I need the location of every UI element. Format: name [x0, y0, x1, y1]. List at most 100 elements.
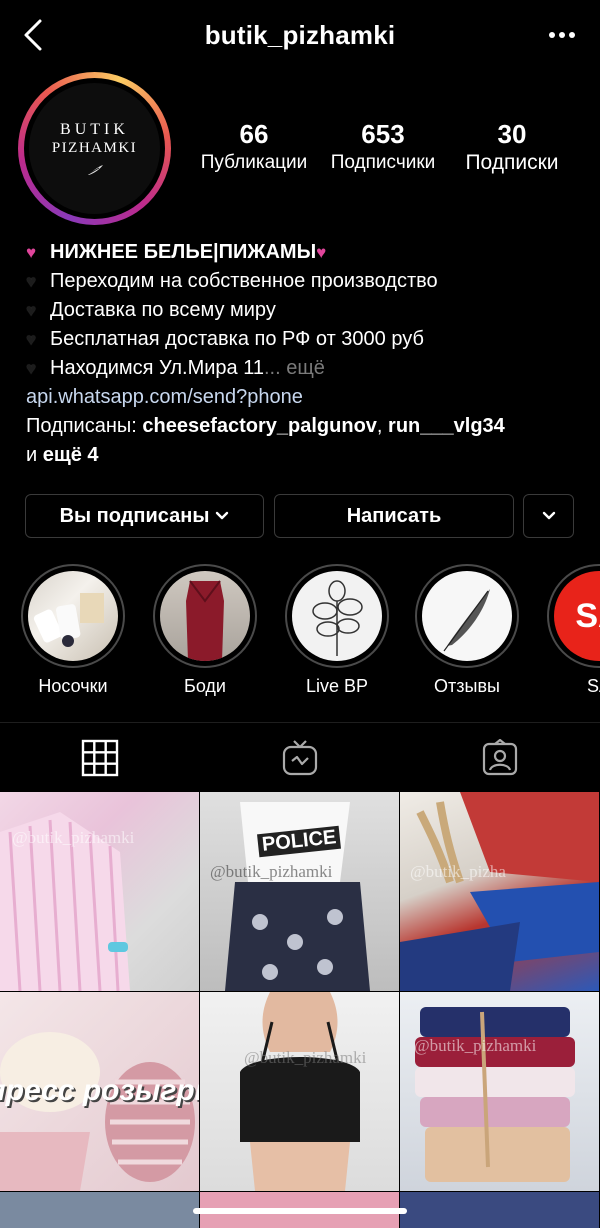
bio-line-text: Доставка по всему миру: [50, 299, 276, 321]
highlight-label: Отзывы: [434, 676, 500, 696]
highlight-ring: [21, 564, 125, 668]
police-set-image: [225, 802, 370, 991]
underwear-image: [400, 792, 599, 991]
followed-by-prefix: Подписаны:: [26, 415, 143, 437]
profile-username: butik_pizhamki: [204, 20, 396, 50]
plant-icon: [312, 580, 363, 656]
followed-by-and: и: [26, 444, 43, 466]
sale-badge: SA: [575, 596, 600, 635]
pink-heart-icon: ♥: [26, 243, 37, 262]
chevron-down-icon: [542, 511, 555, 520]
black-heart-icon: ♥: [26, 301, 37, 320]
bio-name: НИЖНЕЕ БЕЛЬЕ|ПИЖАМЫ: [50, 241, 317, 263]
home-indicator[interactable]: [193, 1208, 407, 1214]
tab-tagged[interactable]: [400, 723, 600, 793]
post-watermark: @butik_pizhamki: [12, 828, 135, 847]
followed-by[interactable]: Подписаны: cheesefactory_palgunov, run__…: [26, 412, 586, 441]
chevron-down-icon: [216, 511, 229, 520]
highlight-ring: [285, 564, 389, 668]
igtv-icon: [282, 740, 318, 776]
profile-avatar[interactable]: BUTIK PIZHAMKI: [18, 72, 171, 225]
bodysuit-image: [186, 580, 224, 661]
post-thumbnail[interactable]: POLICE @butik_pizhamki: [200, 792, 399, 991]
highlight-item[interactable]: Носочки: [21, 564, 125, 697]
stat-posts[interactable]: 66 Публикации: [194, 118, 314, 176]
highlight-item[interactable]: Боди: [153, 564, 257, 697]
highlight-cover-plant: [292, 571, 382, 661]
bio-line: ♥ Бесплатная доставка по РФ от 3000 руб: [26, 325, 586, 354]
logo-line-1: BUTIK: [60, 120, 129, 138]
post-watermark: @butik_pizhamki: [244, 1048, 367, 1067]
stat-followers-count: 653: [361, 119, 405, 149]
post-thumbnail[interactable]: [0, 1192, 199, 1228]
followed-by-more-line[interactable]: и ещё 4: [26, 441, 586, 470]
post-thumbnail[interactable]: @butik_pizhamki: [200, 992, 399, 1191]
highlight-ring: [415, 564, 519, 668]
post-watermark: @butik_pizhamki: [210, 862, 333, 881]
bio-more-link[interactable]: ... ещё: [264, 357, 325, 379]
highlight-item[interactable]: Live BP: [285, 564, 389, 697]
stat-followers-label: Подписчики: [330, 152, 436, 173]
top-bar: butik_pizhamki: [0, 0, 600, 72]
socks-image: [33, 593, 104, 647]
suggested-accounts-button[interactable]: [523, 494, 574, 538]
message-button[interactable]: Написать: [274, 494, 514, 538]
feather-icon: [86, 164, 103, 175]
followed-by-user: run___vlg34: [388, 415, 505, 437]
bio-name-line: ♥ НИЖНЕЕ БЕЛЬЕ|ПИЖАМЫ♥: [26, 238, 586, 267]
tab-igtv[interactable]: [200, 723, 400, 793]
tagged-icon: [482, 739, 518, 776]
following-button-label: Вы подписаны: [59, 504, 210, 527]
post-watermark: @butik_pizhamki: [414, 1036, 537, 1055]
stat-following[interactable]: 30 Подписки: [452, 118, 572, 176]
following-button[interactable]: Вы подписаны: [25, 494, 264, 538]
profile-bio: ♥ НИЖНЕЕ БЕЛЬЕ|ПИЖАМЫ♥ ♥ Переходим на собс…: [26, 238, 586, 470]
pink-heart-icon: ♥: [316, 243, 327, 262]
tab-grid[interactable]: [0, 723, 200, 793]
bra-top-image: [240, 992, 360, 1191]
bio-line-text: Переходим на собственное производство: [50, 270, 438, 292]
stat-following-label: Подписки: [465, 151, 559, 174]
post-thumbnail[interactable]: [400, 1192, 599, 1228]
bio-line-text: Находимся Ул.Мира 11: [50, 357, 264, 379]
post-thumbnail[interactable]: @butik_pizha: [400, 792, 599, 991]
post-watermark: @butik_pizha: [410, 862, 506, 881]
post-thumbnail[interactable]: @butik_pizhamki: [0, 792, 199, 991]
bio-line: ♥ Находимся Ул.Мира 11... ещё: [26, 354, 586, 383]
highlight-label: Боди: [184, 676, 226, 696]
pajama-image: [0, 812, 130, 991]
followed-by-user: cheesefactory_palgunov: [142, 415, 377, 437]
stacked-panties-image: [415, 1007, 575, 1182]
highlight-cover-feather: [422, 571, 512, 661]
profile-tabs: [0, 722, 600, 792]
highlight-cover-sale: SA: [554, 571, 600, 661]
profile-stats: 66 Публикации 653 Подписчики 30 Подписки: [190, 118, 590, 188]
bio-line: ♥ Доставка по всему миру: [26, 296, 586, 325]
more-horizontal-icon[interactable]: [548, 28, 576, 42]
post-thumbnail[interactable]: @butik_pizhamki: [400, 992, 599, 1191]
highlight-cover-bodysuit: [160, 571, 250, 661]
post-overlay-text: пресс розыгрь: [0, 1074, 199, 1107]
black-heart-icon: ♥: [26, 359, 37, 378]
logo-line-2: PIZHAMKI: [51, 139, 138, 156]
highlight-ring: SA: [547, 564, 600, 668]
highlight-item[interactable]: SA SA: [547, 564, 600, 697]
highlight-item[interactable]: Отзывы: [415, 564, 519, 697]
highlight-label: Носочки: [38, 676, 108, 696]
story-highlights: Носочки Боди Live BP Отзывы S S: [0, 564, 600, 704]
bio-website-link[interactable]: api.whatsapp.com/send?phone: [26, 383, 586, 412]
stat-following-count: 30: [497, 119, 527, 149]
bio-line-text: Бесплатная доставка по РФ от 3000 руб: [50, 328, 424, 350]
post-thumbnail[interactable]: пресс розыгрь: [0, 992, 199, 1191]
highlight-ring: [153, 564, 257, 668]
followed-by-separator: ,: [376, 415, 389, 437]
black-heart-icon: ♥: [26, 272, 37, 291]
stat-posts-count: 66: [239, 119, 269, 149]
highlight-label: Live BP: [305, 676, 369, 696]
bio-line: ♥ Переходим на собственное производство: [26, 267, 586, 296]
stat-followers[interactable]: 653 Подписчики: [323, 118, 443, 176]
avatar-gap: BUTIK PIZHAMKI: [24, 78, 165, 219]
feather-icon: [443, 589, 490, 652]
highlight-cover-socks: [28, 571, 118, 661]
grid-icon: [81, 739, 119, 777]
